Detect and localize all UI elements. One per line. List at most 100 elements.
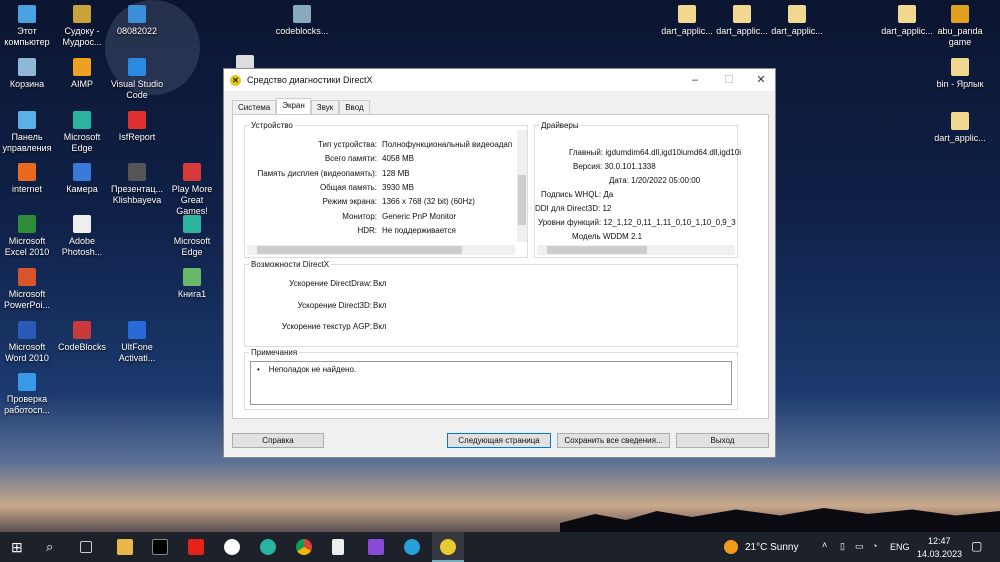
desktop-icon[interactable]: Корзина (0, 58, 55, 90)
desktop-icon-image (18, 268, 36, 286)
desktop-icon[interactable]: Проверка работосп... (0, 373, 55, 416)
desktop-icon-image (73, 5, 91, 23)
desktop-icon-image (128, 111, 146, 129)
minimize-button[interactable]: – (678, 69, 712, 91)
file-explorer-icon[interactable] (117, 539, 133, 555)
notepad-icon[interactable] (332, 539, 344, 555)
close-button[interactable]: ✕ (744, 69, 778, 91)
desktop-icon-label: codeblocks... (275, 26, 329, 36)
help-button[interactable]: Справка (232, 433, 324, 448)
search-icon[interactable]: ⌕ (46, 539, 62, 555)
notifications-icon[interactable]: ▢ (971, 539, 982, 553)
terminal-icon[interactable] (152, 539, 168, 555)
desktop-icon[interactable]: bin - Ярлык (932, 58, 988, 90)
window-title: Средство диагностики DirectX (247, 75, 373, 85)
field-label: HDR: (357, 225, 377, 235)
desktop-icon-image (128, 321, 146, 339)
maximize-button[interactable]: ☐ (712, 69, 746, 91)
desktop-icon-image (18, 163, 36, 181)
device-horizontal-scrollbar[interactable] (247, 245, 515, 255)
desktop-icon[interactable]: codeblocks... (274, 5, 330, 37)
telegram-icon[interactable] (404, 539, 420, 555)
desktop-icon[interactable]: Play More Great Games! (164, 163, 220, 217)
save-all-info-button[interactable]: Сохранить все сведения... (557, 433, 670, 448)
exit-button[interactable]: Выход (676, 433, 769, 448)
visual-studio-icon[interactable] (368, 539, 384, 555)
note-item: Неполадок не найдено. (268, 365, 357, 374)
desktop-icon-image (788, 5, 806, 23)
desktop-icon[interactable]: AIMP (54, 58, 110, 90)
meet-now-icon[interactable]: ▯ (840, 541, 845, 552)
show-hidden-icons[interactable]: ˄ (822, 540, 827, 550)
desktop-icon[interactable]: Microsoft Edge (164, 215, 220, 258)
desktop-icon[interactable]: dart_applic... (932, 112, 988, 144)
desktop-icon[interactable]: Microsoft PowerPoi... (0, 268, 55, 311)
desktop-icon[interactable]: Microsoft Edge (54, 111, 110, 154)
desktop-icon[interactable]: CodeBlocks (54, 321, 110, 353)
desktop-icon[interactable]: dart_applic... (714, 5, 770, 37)
youtube-icon[interactable] (188, 539, 204, 555)
desktop-icon[interactable]: IsfReport (109, 111, 165, 143)
driver-row: DDI для Direct3D: 12 (535, 204, 611, 213)
desktop-icon[interactable]: Visual Studio Code (109, 58, 165, 101)
desktop-icon-image (183, 163, 201, 181)
tab-system[interactable]: Система (232, 100, 277, 114)
edge-icon[interactable] (260, 539, 276, 555)
weather-text[interactable]: 21°C Sunny (745, 542, 798, 553)
desktop-icon-label: Microsoft Edge (63, 132, 101, 153)
wifi-icon[interactable]: ◔ (872, 541, 877, 551)
clock-time[interactable]: 12:47 (928, 536, 951, 546)
tab-sound[interactable]: Звук (310, 100, 340, 114)
desktop-icon[interactable]: Презентац... Klishbayeva (109, 163, 165, 206)
desktop-icon-label: CodeBlocks (57, 342, 107, 352)
desktop-icon[interactable]: Adobe Photosh... (54, 215, 110, 258)
clock-date[interactable]: 14.03.2023 (917, 549, 962, 559)
field-label: Память дисплея (видеопамять): (257, 168, 377, 178)
next-page-button[interactable]: Следующая страница (447, 433, 551, 448)
driver-row: Главный: igdumdim64.dll,igd10iumd64.dll,… (569, 148, 741, 157)
task-view-icon[interactable] (80, 541, 92, 553)
notes-title: Примечания (249, 348, 300, 357)
notes-box[interactable]: • Неполадок не найдено. (250, 361, 732, 405)
desktop-icon-image (951, 5, 969, 23)
weather-icon[interactable] (724, 540, 738, 554)
active-app-highlight (432, 532, 464, 562)
battery-icon[interactable]: ▭ (855, 541, 864, 552)
field-value: Generic PnP Monitor (382, 211, 457, 221)
taskbar: ⊞ ⌕ 21°C Sunny ˄ ▯ ▭ ◔ ENG 12:47 14.03.2… (0, 532, 1000, 562)
desktop-icon-label: Презентац... Klishbayeva (111, 184, 163, 205)
field-label: Ускорение DirectDraw: (289, 279, 372, 288)
desktop-icon[interactable]: Этот компьютер (0, 5, 55, 48)
tab-input[interactable]: Ввод (339, 100, 370, 114)
desktop-icon[interactable]: Панель управления (0, 111, 55, 154)
drivers-title: Драйверы (539, 121, 581, 130)
desktop-icon[interactable]: internet (0, 163, 55, 195)
field-label: DDI для Direct3D: (535, 204, 601, 213)
drivers-group: Драйверы Главный: igdumdim64.dll,igd10iu… (534, 121, 741, 258)
desktop-icon-label: Камера (66, 184, 98, 194)
start-button[interactable]: ⊞ (11, 539, 27, 555)
desktop-icon[interactable]: UltFone Activati... (109, 321, 165, 364)
desktop-icon[interactable]: 08082022 (109, 5, 165, 37)
desktop-icon[interactable]: Книга1 (164, 268, 220, 300)
desktop-icon[interactable]: abu_panda game (932, 5, 988, 48)
desktop-icon[interactable]: Камера (54, 163, 110, 195)
drivers-horizontal-scrollbar[interactable] (537, 245, 735, 255)
desktop-icon[interactable]: Microsoft Word 2010 (0, 321, 55, 364)
desktop-icon[interactable]: dart_applic... (659, 5, 715, 37)
desktop-icon-label: internet (11, 184, 43, 194)
desktop-icon-label: Microsoft Edge (173, 236, 211, 257)
app-icon[interactable] (224, 539, 240, 555)
tab-display[interactable]: Экран (276, 98, 311, 114)
chrome-icon[interactable] (296, 539, 312, 555)
desktop-icon[interactable]: dart_applic... (769, 5, 825, 37)
desktop-icon-label: Проверка работосп... (4, 394, 50, 415)
driver-row: Подпись WHQL: Да (541, 190, 613, 199)
desktop-icon[interactable]: Microsoft Excel 2010 (0, 215, 55, 258)
desktop-icon[interactable]: dart_applic... (879, 5, 935, 37)
dxdiag-window: ✕ Средство диагностики DirectX – ☐ ✕ Сист… (223, 68, 776, 458)
desktop-icon[interactable]: Судоку - Мудрос... (54, 5, 110, 48)
language-indicator[interactable]: ENG (890, 542, 910, 552)
device-vertical-scrollbar[interactable] (517, 130, 527, 242)
field-label: Ускорение текстур AGP: (281, 322, 372, 331)
